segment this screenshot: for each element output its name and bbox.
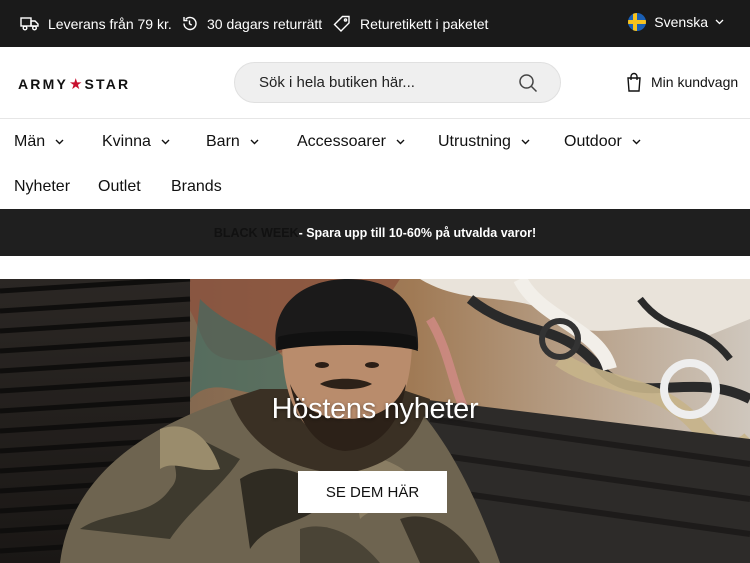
chevron-down-icon <box>396 139 405 145</box>
language-selector[interactable]: Svenska <box>628 0 724 44</box>
nav-item-utrustning[interactable]: Utrustning <box>438 133 530 151</box>
nav-item-accessoarer[interactable]: Accessoarer <box>297 133 405 151</box>
search-input[interactable] <box>259 63 519 102</box>
nav-item-label: Outlet <box>98 178 141 195</box>
nav-item-brands[interactable]: Brands <box>171 178 222 196</box>
promo-highlight: BLACK WEEK <box>213 225 299 240</box>
usp-shipping: Leverans från 79 kr. <box>20 0 172 47</box>
nav-item-kvinna[interactable]: Kvinna <box>102 133 170 151</box>
nav-item-outlet[interactable]: Outlet <box>98 178 141 196</box>
chevron-down-icon <box>715 19 724 25</box>
nav-item-barn[interactable]: Barn <box>206 133 259 151</box>
nav-item-label: Brands <box>171 178 222 195</box>
cart-label: Min kundvagn <box>651 74 739 90</box>
chevron-down-icon <box>55 139 64 145</box>
site-header: ARMY ★ STAR Min kundvagn <box>0 47 750 119</box>
main-navigation: Män Kvinna Barn Accessoarer Utrustning O… <box>0 119 750 209</box>
return-arrow-icon <box>183 16 197 31</box>
truck-icon <box>20 17 39 31</box>
nav-item-label: Barn <box>206 133 240 150</box>
armystar-logo[interactable]: ARMY ★ STAR <box>18 75 130 93</box>
promo-banner[interactable]: BLACK WEEK - Spara upp till 10-60% på ut… <box>0 209 750 256</box>
sweden-flag-icon <box>628 13 647 31</box>
language-label: Svenska <box>654 14 708 30</box>
nav-item-label: Utrustning <box>438 133 511 150</box>
nav-item-man[interactable]: Män <box>14 133 64 151</box>
nav-item-label: Accessoarer <box>297 133 386 150</box>
nav-item-label: Män <box>14 133 46 150</box>
hero-title: Höstens nyheter <box>271 393 479 425</box>
hero-cta-button[interactable]: SE DEM HÄR <box>298 471 447 513</box>
search-icon[interactable] <box>518 73 538 93</box>
nav-item-label: Outdoor <box>564 133 622 150</box>
tag-icon <box>333 15 350 32</box>
nav-item-label: Kvinna <box>102 133 151 150</box>
cart-button[interactable]: Min kundvagn <box>626 72 738 92</box>
hero-banner: Höstens nyheter SE DEM HÄR <box>0 279 750 563</box>
usp-return-label-text: Returetikett i paketet <box>360 15 489 32</box>
usp-shipping-label: Leverans från 79 kr. <box>48 15 172 32</box>
chevron-down-icon <box>161 139 170 145</box>
chevron-down-icon <box>250 139 259 145</box>
nav-item-nyheter[interactable]: Nyheter <box>14 178 70 196</box>
chevron-down-icon <box>632 139 641 145</box>
logo-star-icon: ★ <box>69 76 83 93</box>
chevron-down-icon <box>521 139 530 145</box>
promo-text: - Spara upp till 10-60% på utvalda varor… <box>298 225 537 240</box>
shopping-bag-icon <box>627 72 641 92</box>
usp-returns: 30 dagars returrätt <box>181 0 322 47</box>
search-bar <box>234 62 561 103</box>
usp-returns-label: 30 dagars returrätt <box>207 15 323 32</box>
nav-item-label: Nyheter <box>14 178 71 195</box>
nav-item-outdoor[interactable]: Outdoor <box>564 133 641 151</box>
logo-text-right: STAR <box>84 76 131 92</box>
usp-return-label: Returetikett i paketet <box>333 0 488 47</box>
logo-text-left: ARMY <box>18 76 69 92</box>
top-usp-bar: Leverans från 79 kr. 30 dagars returrätt… <box>0 0 750 47</box>
